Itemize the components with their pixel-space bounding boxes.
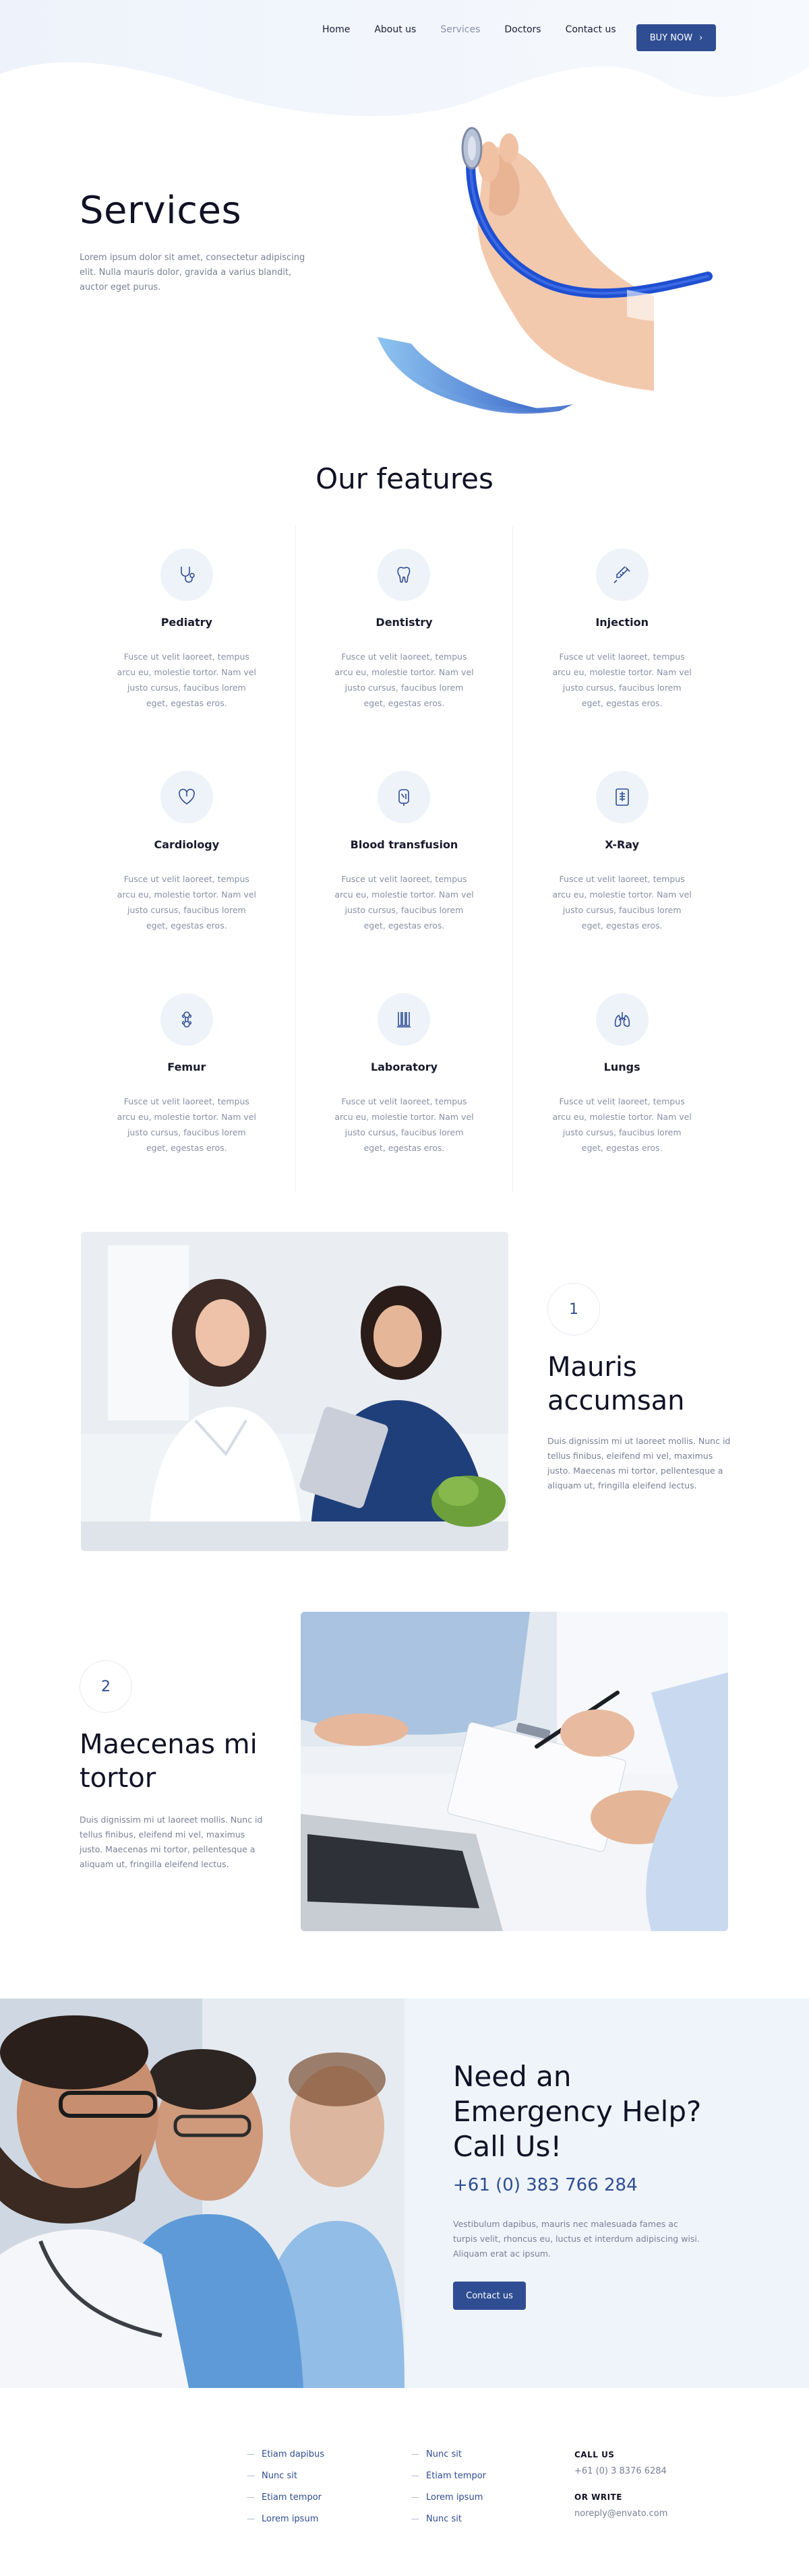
footer-link-label: Etiam tempor bbox=[426, 2470, 486, 2481]
dash-icon: — bbox=[247, 2514, 255, 2523]
feature-name: Blood transfusion bbox=[350, 838, 458, 851]
dash-icon: — bbox=[247, 2492, 255, 2502]
footer: — Etiam dapibus — Nunc sit — Etiam tempor —… bbox=[0, 2388, 809, 2576]
step-text: Duis dignissim mi ut laoreet mollis. Nun… bbox=[80, 1815, 263, 1869]
emergency-panel: Need an Emergency Help? Call Us! +61 (0)… bbox=[404, 1999, 809, 2388]
stethoscope-hand-image bbox=[378, 127, 721, 414]
step-number-badge: 2 bbox=[80, 1660, 132, 1713]
nav-home[interactable]: Home bbox=[322, 24, 350, 35]
feature-text: Fusce ut velit laoreet, tempus arcu eu, … bbox=[334, 874, 474, 931]
footer-link-label: Lorem ipsum bbox=[426, 2492, 483, 2503]
footer-contact: CALL US +61 (0) 3 8376 6284 OR WRITE nor… bbox=[574, 2450, 667, 2519]
footer-link-label: Nunc sit bbox=[426, 2449, 462, 2459]
write-heading: OR WRITE bbox=[574, 2492, 622, 2502]
feature-card: Blood transfusion Fusce ut velit laoreet… bbox=[296, 748, 514, 970]
feature-card: Cardiology Fusce ut velit laoreet, tempu… bbox=[78, 748, 296, 970]
footer-link-label: Nunc sit bbox=[426, 2513, 462, 2524]
footer-link[interactable]: — Nunc sit bbox=[411, 2508, 486, 2530]
contact-us-button[interactable]: Contact us bbox=[453, 2282, 526, 2310]
dash-icon: — bbox=[247, 2449, 255, 2459]
feature-text: Fusce ut velit laoreet, tempus arcu eu, … bbox=[552, 1096, 692, 1153]
dash-icon: — bbox=[411, 2492, 419, 2502]
footer-link[interactable]: — Etiam dapibus bbox=[247, 2443, 324, 2465]
doctor-clipboard-image bbox=[301, 1612, 728, 1931]
main-nav: Home About us Services Doctors Contact u… bbox=[322, 24, 640, 35]
page: Home About us Services Doctors Contact u… bbox=[0, 0, 809, 2576]
feature-name: Dentistry bbox=[376, 616, 433, 629]
page-title: Services bbox=[80, 189, 242, 232]
emergency-text: Vestibulum dapibus, mauris nec malesuada… bbox=[453, 2219, 700, 2259]
footer-link-label: Nunc sit bbox=[262, 2470, 297, 2481]
feature-name: X-Ray bbox=[605, 838, 640, 851]
step-text: Duis dignissim mi ut laoreet mollis. Nun… bbox=[547, 1436, 731, 1490]
write-email[interactable]: noreply@envato.com bbox=[574, 2509, 667, 2519]
hero-background-wave bbox=[0, 0, 809, 117]
call-us-heading: CALL US bbox=[574, 2450, 615, 2459]
emergency-phone[interactable]: +61 (0) 383 766 284 bbox=[453, 2175, 638, 2195]
hero-description: Lorem ipsum dolor sit amet, consectetur … bbox=[80, 253, 305, 292]
footer-links-col-2: — Nunc sit — Etiam tempor — Lorem ipsum — Nu… bbox=[411, 2443, 486, 2530]
xray-icon bbox=[595, 771, 649, 823]
flask-icon bbox=[378, 993, 431, 1046]
footer-link-label: Etiam dapibus bbox=[262, 2449, 325, 2459]
heart-icon bbox=[160, 771, 213, 823]
feature-name: Injection bbox=[595, 616, 649, 629]
feature-text: Fusce ut velit laoreet, tempus arcu eu, … bbox=[117, 874, 256, 931]
tooth-icon bbox=[378, 548, 431, 601]
features-title: Our features bbox=[316, 462, 493, 495]
feature-card: Femur Fusce ut velit laoreet, tempus arc… bbox=[78, 970, 296, 1193]
dash-icon: — bbox=[411, 2514, 419, 2523]
footer-link[interactable]: — Lorem ipsum bbox=[411, 2486, 486, 2508]
hero-section: Home About us Services Doctors Contact u… bbox=[0, 0, 809, 431]
buy-now-button[interactable]: BUY NOW › bbox=[636, 24, 716, 51]
lungs-icon bbox=[595, 993, 649, 1046]
dash-icon: — bbox=[411, 2471, 419, 2480]
feature-card: Laboratory Fusce ut velit laoreet, tempu… bbox=[296, 970, 514, 1193]
feature-name: Cardiology bbox=[154, 838, 220, 851]
blood-bag-icon bbox=[378, 771, 431, 823]
buy-now-label: BUY NOW bbox=[649, 32, 693, 43]
footer-link[interactable]: — Etiam tempor bbox=[247, 2486, 324, 2508]
footer-link[interactable]: — Lorem ipsum bbox=[247, 2508, 324, 2530]
doctor-patient-tablet-image bbox=[81, 1232, 508, 1551]
footer-links-col-1: — Etiam dapibus — Nunc sit — Etiam tempor —… bbox=[247, 2443, 324, 2530]
features-grid: Pediatry Fusce ut velit laoreet, tempus … bbox=[78, 526, 731, 1193]
feature-text: Fusce ut velit laoreet, tempus arcu eu, … bbox=[552, 874, 692, 931]
feature-name: Laboratory bbox=[370, 1061, 438, 1073]
step-title: Maecenas mi tortor bbox=[80, 1729, 258, 1794]
nav-services[interactable]: Services bbox=[440, 24, 480, 35]
feature-card: Dentistry Fusce ut velit laoreet, tempus… bbox=[296, 526, 514, 748]
step-number-badge: 1 bbox=[547, 1283, 600, 1336]
syringe-icon bbox=[595, 548, 649, 601]
dash-icon: — bbox=[411, 2449, 419, 2459]
feature-text: Fusce ut velit laoreet, tempus arcu eu, … bbox=[334, 652, 474, 708]
footer-link-label: Lorem ipsum bbox=[262, 2513, 319, 2524]
feature-card: Pediatry Fusce ut velit laoreet, tempus … bbox=[78, 526, 296, 748]
chevron-right-icon: › bbox=[699, 32, 703, 43]
feature-text: Fusce ut velit laoreet, tempus arcu eu, … bbox=[117, 1096, 256, 1153]
footer-link-label: Etiam tempor bbox=[262, 2492, 322, 2503]
call-us-phone[interactable]: +61 (0) 3 8376 6284 bbox=[574, 2466, 667, 2476]
feature-text: Fusce ut velit laoreet, tempus arcu eu, … bbox=[552, 652, 692, 708]
feature-name: Lungs bbox=[603, 1061, 640, 1073]
nav-doctors[interactable]: Doctors bbox=[504, 24, 541, 35]
bone-icon bbox=[160, 993, 213, 1046]
dash-icon: — bbox=[247, 2471, 255, 2480]
nav-about[interactable]: About us bbox=[374, 24, 416, 35]
stethoscope-icon bbox=[160, 548, 213, 601]
emergency-title: Need an Emergency Help? Call Us! bbox=[453, 2060, 702, 2163]
feature-card: Injection Fusce ut velit laoreet, tempus… bbox=[513, 526, 731, 748]
feature-name: Pediatry bbox=[160, 616, 212, 629]
feature-text: Fusce ut velit laoreet, tempus arcu eu, … bbox=[117, 652, 256, 708]
step-title: Mauris accumsan bbox=[547, 1352, 685, 1416]
footer-link[interactable]: — Nunc sit bbox=[247, 2465, 324, 2486]
feature-card: X-Ray Fusce ut velit laoreet, tempus arc… bbox=[513, 748, 731, 970]
footer-link[interactable]: — Nunc sit bbox=[411, 2443, 486, 2465]
feature-card: Lungs Fusce ut velit laoreet, tempus arc… bbox=[513, 970, 731, 1193]
doctors-team-image bbox=[0, 1999, 404, 2388]
feature-text: Fusce ut velit laoreet, tempus arcu eu, … bbox=[334, 1096, 474, 1153]
footer-link[interactable]: — Etiam tempor bbox=[411, 2465, 486, 2486]
feature-name: Femur bbox=[167, 1061, 206, 1073]
nav-contact[interactable]: Contact us bbox=[566, 24, 616, 35]
